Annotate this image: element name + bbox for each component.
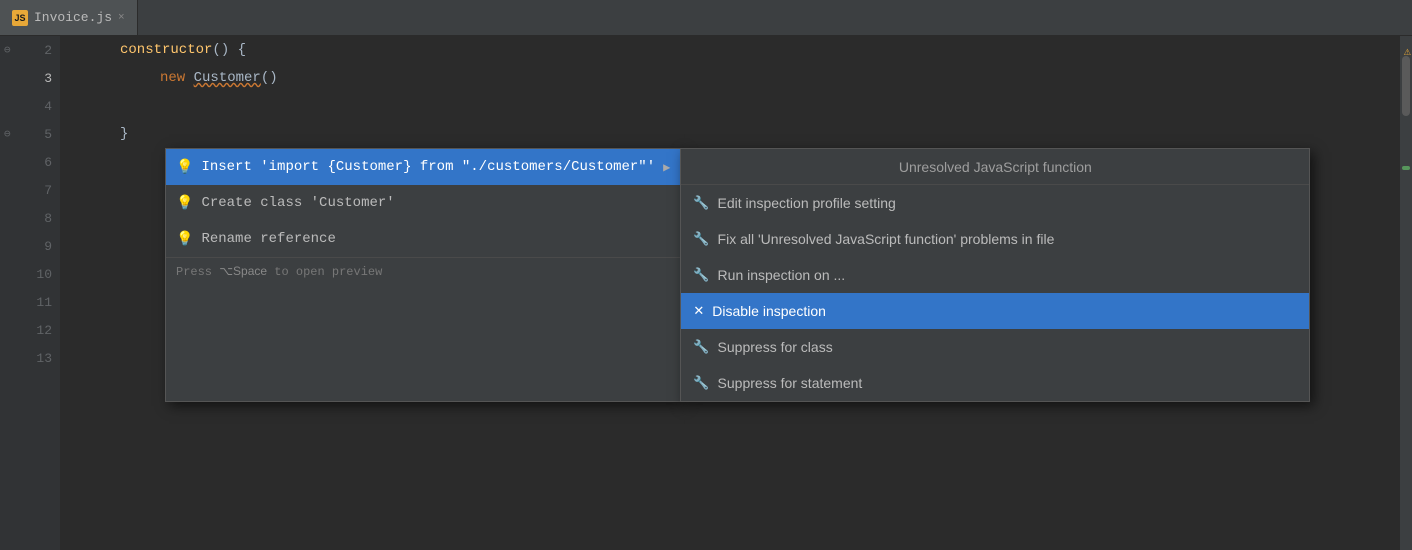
code-line-5: } bbox=[60, 120, 1400, 148]
tab-bar: JS Invoice.js × bbox=[0, 0, 1412, 36]
wrench-icon-3: 🔧 bbox=[693, 267, 709, 283]
inspection-item-run-inspection[interactable]: 🔧 Run inspection on ... bbox=[681, 257, 1309, 293]
fold-arrow-2[interactable]: ⊖ bbox=[4, 43, 11, 57]
line-7: 7 bbox=[0, 176, 60, 204]
line-4: 4 bbox=[0, 92, 60, 120]
popup-area: 💡 Insert 'import {Customer} from "./cust… bbox=[165, 148, 1310, 402]
line-5: ⊖ 5 bbox=[0, 120, 60, 148]
wrench-icon-5: 🔧 bbox=[693, 375, 709, 391]
quickfix-hint: Press ⌥Space to open preview bbox=[166, 257, 680, 285]
fold-arrow-5[interactable]: ⊖ bbox=[4, 127, 11, 141]
scrollbar-thumb[interactable] bbox=[1402, 56, 1410, 116]
quickfix-item-insert-import[interactable]: 💡 Insert 'import {Customer} from "./cust… bbox=[166, 149, 680, 185]
quickfix-item-create-class[interactable]: 💡 Create class 'Customer' bbox=[166, 185, 680, 221]
editor-area: ⊖ 2 3 4 ⊖ 5 6 7 8 9 10 11 12 13 construc… bbox=[0, 36, 1412, 550]
code-line-4 bbox=[60, 92, 1400, 120]
quickfix-item-rename-ref[interactable]: 💡 Rename reference bbox=[166, 221, 680, 257]
scrollbar[interactable]: ⚠ bbox=[1400, 36, 1412, 550]
line-11: 11 bbox=[0, 288, 60, 316]
bulb-icon-3: 💡 bbox=[176, 231, 193, 248]
tab-invoice-js[interactable]: JS Invoice.js × bbox=[0, 0, 138, 35]
quickfix-label-insert-import: Insert 'import {Customer} from "./custom… bbox=[201, 159, 655, 175]
inspection-item-suppress-statement[interactable]: 🔧 Suppress for statement bbox=[681, 365, 1309, 401]
inspection-label-fix-all: Fix all 'Unresolved JavaScript function'… bbox=[718, 231, 1055, 247]
quickfix-hint-text: Press ⌥Space to open preview bbox=[176, 264, 382, 279]
line-number-gutter: ⊖ 2 3 4 ⊖ 5 6 7 8 9 10 11 12 13 bbox=[0, 36, 60, 550]
inspection-item-fix-all[interactable]: 🔧 Fix all 'Unresolved JavaScript functio… bbox=[681, 221, 1309, 257]
line-2: ⊖ 2 bbox=[0, 36, 60, 64]
line-12: 12 bbox=[0, 316, 60, 344]
inspection-label-run-inspection: Run inspection on ... bbox=[718, 267, 846, 283]
tab-close-icon[interactable]: × bbox=[118, 12, 125, 24]
code-line-2: constructor() { bbox=[60, 36, 1400, 64]
inspection-label-edit-profile: Edit inspection profile setting bbox=[718, 195, 896, 211]
quickfix-label-rename-ref: Rename reference bbox=[201, 231, 335, 247]
bulb-icon-1: 💡 bbox=[176, 159, 193, 176]
inspection-label-disable: Disable inspection bbox=[712, 303, 826, 319]
inspection-popup: Unresolved JavaScript function 🔧 Edit in… bbox=[680, 148, 1310, 402]
line-9: 9 bbox=[0, 232, 60, 260]
x-icon: ✕ bbox=[693, 303, 704, 319]
line-8: 8 bbox=[0, 204, 60, 232]
inspection-item-suppress-class[interactable]: 🔧 Suppress for class bbox=[681, 329, 1309, 365]
wrench-icon-2: 🔧 bbox=[693, 231, 709, 247]
line-3: 3 bbox=[0, 64, 60, 92]
arrow-right-icon: ▶ bbox=[663, 160, 670, 175]
inspection-popup-header: Unresolved JavaScript function bbox=[681, 149, 1309, 185]
tab-filename: Invoice.js bbox=[34, 10, 112, 25]
inspection-label-suppress-statement: Suppress for statement bbox=[718, 375, 863, 391]
line-6: 6 bbox=[0, 148, 60, 176]
line-10: 10 bbox=[0, 260, 60, 288]
wrench-icon-1: 🔧 bbox=[693, 195, 709, 211]
bulb-icon-2: 💡 bbox=[176, 195, 193, 212]
quickfix-popup: 💡 Insert 'import {Customer} from "./cust… bbox=[165, 148, 681, 402]
quickfix-label-create-class: Create class 'Customer' bbox=[201, 195, 394, 211]
inspection-header-label: Unresolved JavaScript function bbox=[899, 159, 1092, 175]
js-file-icon: JS bbox=[12, 10, 28, 26]
wrench-icon-4: 🔧 bbox=[693, 339, 709, 355]
scroll-indicator bbox=[1402, 166, 1410, 170]
line-13: 13 bbox=[0, 344, 60, 372]
inspection-item-disable[interactable]: ✕ Disable inspection bbox=[681, 293, 1309, 329]
inspection-item-edit-profile[interactable]: 🔧 Edit inspection profile setting bbox=[681, 185, 1309, 221]
code-line-3: new Customer() bbox=[60, 64, 1400, 92]
inspection-label-suppress-class: Suppress for class bbox=[718, 339, 833, 355]
